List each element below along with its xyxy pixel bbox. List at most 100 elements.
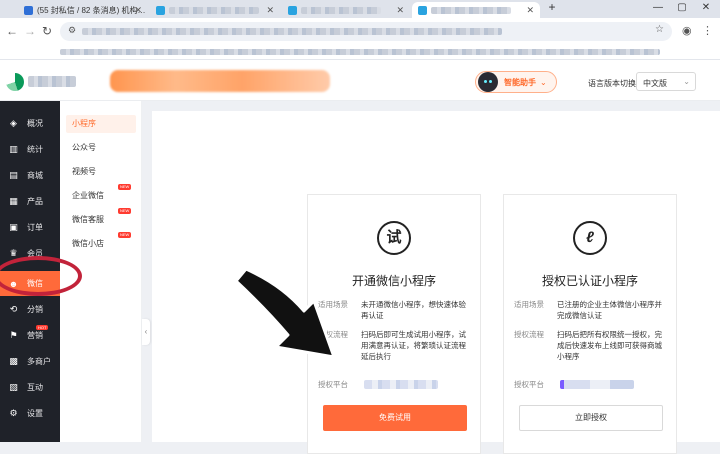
sidebar-item-label: 互动 (27, 383, 43, 392)
sidebar-item-mall[interactable]: ▤ 商城 (0, 163, 60, 188)
browser-tab[interactable]: ✕ (150, 2, 280, 18)
flow-text: 扫码后把所有权限统一授权，完成后快速发布上线即可获得商城小程序 (557, 330, 662, 361)
platform-label: 授权平台 (318, 380, 348, 389)
submenu-item-label: 微信客服 (72, 215, 104, 224)
tab-close-icon[interactable]: ✕ (396, 5, 404, 16)
maximize-button[interactable]: ▢ (672, 2, 692, 13)
submenu-item-label: 小程序 (72, 119, 96, 128)
language-select[interactable]: 中文版 ⌄ (636, 72, 696, 91)
flow-text: 扫码后即可生成试用小程序，试用满意再认证，将繁琐认证流程延后执行 (361, 330, 466, 361)
grid-icon: ▦ (9, 196, 18, 206)
header-banner-blurred (110, 70, 330, 92)
gear-icon: ⚙ (9, 408, 18, 418)
card-title: 授权已认证小程序 (541, 274, 638, 288)
sidebar-item-products[interactable]: ▦ 产品 (0, 189, 60, 214)
submenu-item-label: 公众号 (72, 143, 96, 152)
authorize-now-button[interactable]: 立即授权 (519, 405, 663, 431)
submenu-item-wechat-shop[interactable]: 微信小店 NEW (66, 232, 136, 253)
free-trial-button[interactable]: 免费试用 (323, 405, 467, 431)
tab-title: (55 封私信 / 82 条消息) 机构… (37, 5, 146, 15)
collapse-submenu-button[interactable]: ‹ (142, 319, 150, 345)
brand-name-blurred (28, 76, 76, 87)
sidebar-item-label: 概况 (27, 119, 43, 128)
new-badge: NEW (118, 232, 132, 238)
layers-icon: ◈ (10, 118, 17, 128)
url-input[interactable]: ⚙ ☆ (60, 22, 672, 41)
reload-icon[interactable]: ↻ (42, 24, 52, 38)
tab-favicon-icon (24, 5, 33, 15)
close-window-button[interactable]: ✕ (696, 2, 716, 13)
submenu-item-label: 视频号 (72, 167, 96, 176)
tab-close-icon[interactable]: ✕ (526, 5, 534, 16)
scene-text: 未开通微信小程序，想快速体验再认证 (361, 300, 466, 320)
minimize-button[interactable]: — (648, 2, 668, 13)
tab-close-icon[interactable]: ✕ (134, 5, 142, 16)
flow-row: 授权流程 扫码后把所有权限统一授权，完成后快速发布上线即可获得商城小程序 (514, 329, 670, 365)
flag-icon: ⚑ (9, 330, 18, 340)
sidebar-item-overview[interactable]: ◈ 概况 (0, 111, 60, 136)
platform-icons-blurred (364, 380, 438, 389)
sidebar-item-merchants[interactable]: ▩ 多商户 (0, 349, 60, 374)
platform-icons-blurred (560, 380, 634, 389)
sidebar-item-label: 产品 (27, 197, 43, 206)
tab-close-icon[interactable]: ✕ (266, 5, 274, 16)
profile-icon[interactable]: ◉ (682, 24, 692, 37)
tab-title-blurred (301, 6, 381, 14)
sidebar-item-marketing[interactable]: ⚑ 营销 HOT (0, 323, 60, 348)
tab-favicon-icon (156, 5, 165, 15)
sidebar-item-stats[interactable]: ▥ 统计 (0, 137, 60, 162)
sidebar-item-label: 多商户 (27, 357, 51, 366)
browser-tab[interactable]: (55 封私信 / 82 条消息) 机构… ✕ (18, 2, 148, 18)
back-icon[interactable]: ← (6, 24, 18, 38)
robot-icon (478, 72, 498, 92)
site-info-icon[interactable]: ⚙ (68, 25, 76, 36)
menu-dots-icon[interactable]: ⋮ (702, 24, 713, 37)
submenu-item-label: 微信小店 (72, 239, 104, 248)
sidebar-item-label: 营销 (27, 331, 43, 340)
address-bar-row: ← → ↻ ⚙ ☆ ◉ ⋮ (0, 18, 720, 45)
new-badge: NEW (118, 184, 132, 190)
submenu-item-wechat-service[interactable]: 微信客服 NEW (66, 208, 136, 229)
sidebar-item-label: 订单 (27, 223, 43, 232)
new-badge: NEW (118, 208, 132, 214)
browser-tab[interactable]: ✕ (282, 2, 410, 18)
bookmark-star-icon[interactable]: ☆ (655, 24, 664, 35)
sidebar-item-label: 统计 (27, 145, 43, 154)
platform-row: 授权平台 (514, 379, 670, 391)
forward-icon[interactable]: → (24, 24, 36, 38)
app-header: 智能助手 ⌄ 语言版本切换： 中文版 ⌄ (0, 60, 720, 101)
browser-tab-active[interactable]: ✕ (412, 2, 540, 18)
flow-label: 授权流程 (514, 330, 544, 339)
sidebar-item-distribution[interactable]: ⟲ 分销 (0, 297, 60, 322)
scene-row: 适用场景 已注册的企业主体微信小程序并完成微信认证 (514, 299, 670, 323)
platform-label: 授权平台 (514, 380, 544, 389)
order-icon: ▣ (9, 222, 18, 232)
tab-title-blurred (169, 6, 259, 14)
submenu-item-wecom[interactable]: 企业微信 NEW (66, 184, 136, 205)
browser-tab-bar: (55 封私信 / 82 条消息) 机构… ✕ ✕ ✕ ✕ + — ▢ ✕ (0, 0, 720, 18)
new-tab-button[interactable]: + (542, 0, 562, 14)
bar-chart-icon: ▥ (9, 144, 18, 154)
scene-text: 已注册的企业主体微信小程序并完成微信认证 (557, 300, 662, 320)
share-icon: ⟲ (9, 304, 18, 314)
trial-icon: 试 (377, 221, 411, 255)
authorize-mini-program-card: ℓ 授权已认证小程序 适用场景 已注册的企业主体微信小程序并完成微信认证 授权流… (503, 194, 677, 454)
submenu-item-channels[interactable]: 视频号 (66, 163, 136, 181)
store-icon: ▤ (9, 170, 18, 180)
scene-label: 适用场景 (514, 300, 544, 309)
merchant-icon: ▩ (9, 356, 18, 366)
sidebar-item-orders[interactable]: ▣ 订单 (0, 215, 60, 240)
bookmarks-bar (0, 45, 720, 60)
bookmarks-blurred (60, 49, 660, 55)
chevron-down-icon: ⌄ (683, 77, 690, 86)
tab-favicon-icon (418, 5, 427, 15)
platform-row: 授权平台 (318, 379, 474, 391)
sidebar-item-interaction[interactable]: ▧ 互动 (0, 375, 60, 400)
annotation-arrow-icon (234, 267, 336, 359)
mini-program-icon: ℓ (573, 221, 607, 255)
submenu-item-official-account[interactable]: 公众号 (66, 139, 136, 157)
hot-badge: HOT (36, 325, 49, 330)
sidebar-item-settings[interactable]: ⚙ 设置 (0, 401, 60, 426)
smart-assistant-button[interactable]: 智能助手 ⌄ (475, 71, 557, 93)
submenu-item-mini-program[interactable]: 小程序 (66, 115, 136, 133)
